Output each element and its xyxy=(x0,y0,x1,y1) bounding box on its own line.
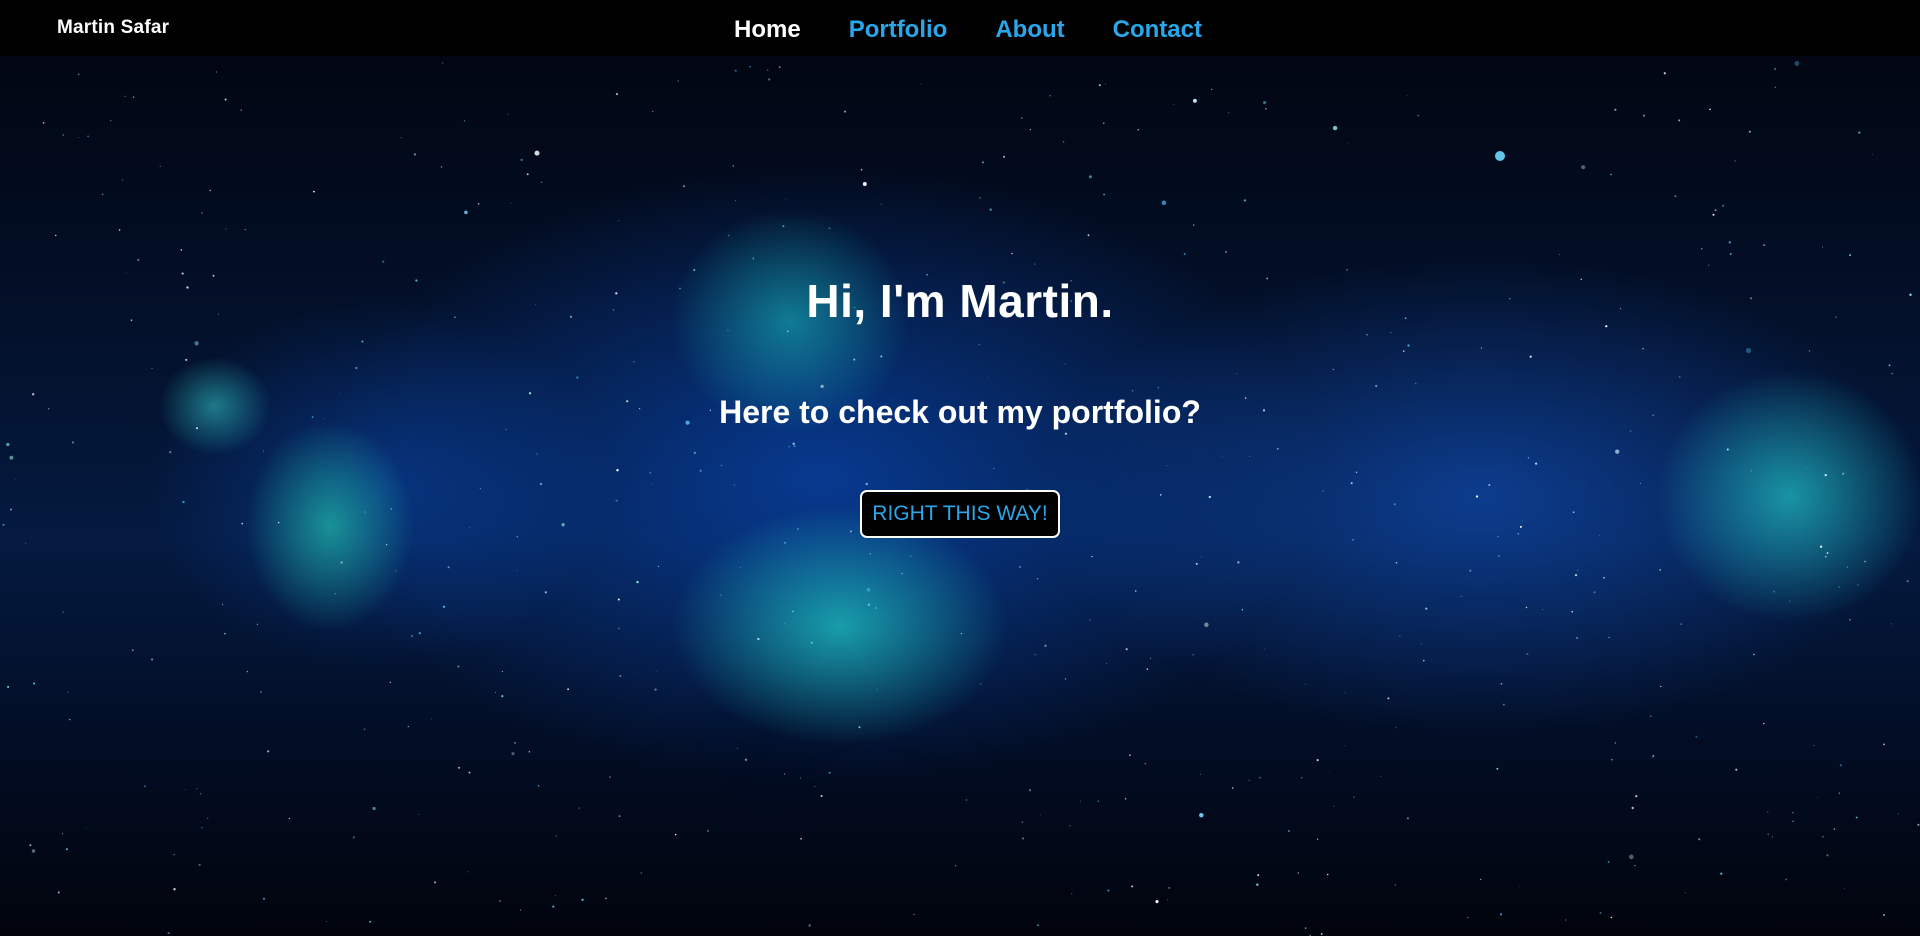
nav-link-contact[interactable]: Contact xyxy=(1113,12,1202,48)
hero-title: Hi, I'm Martin. xyxy=(806,275,1114,327)
nav-link-about[interactable]: About xyxy=(995,12,1064,48)
brand-link[interactable]: Martin Safar xyxy=(57,17,169,39)
hero-subtitle: Here to check out my portfolio? xyxy=(719,394,1201,430)
nav-links: Home Portfolio About Contact xyxy=(734,12,1202,48)
hero-section: Hi, I'm Martin. Here to check out my por… xyxy=(0,56,1920,936)
nav-link-home[interactable]: Home xyxy=(734,12,801,48)
nav-link-portfolio[interactable]: Portfolio xyxy=(849,12,948,48)
portfolio-cta-button[interactable]: RIGHT THIS WAY! xyxy=(860,490,1060,538)
navbar: Martin Safar Home Portfolio About Contac… xyxy=(0,0,1920,56)
page: Martin Safar Home Portfolio About Contac… xyxy=(0,0,1920,936)
